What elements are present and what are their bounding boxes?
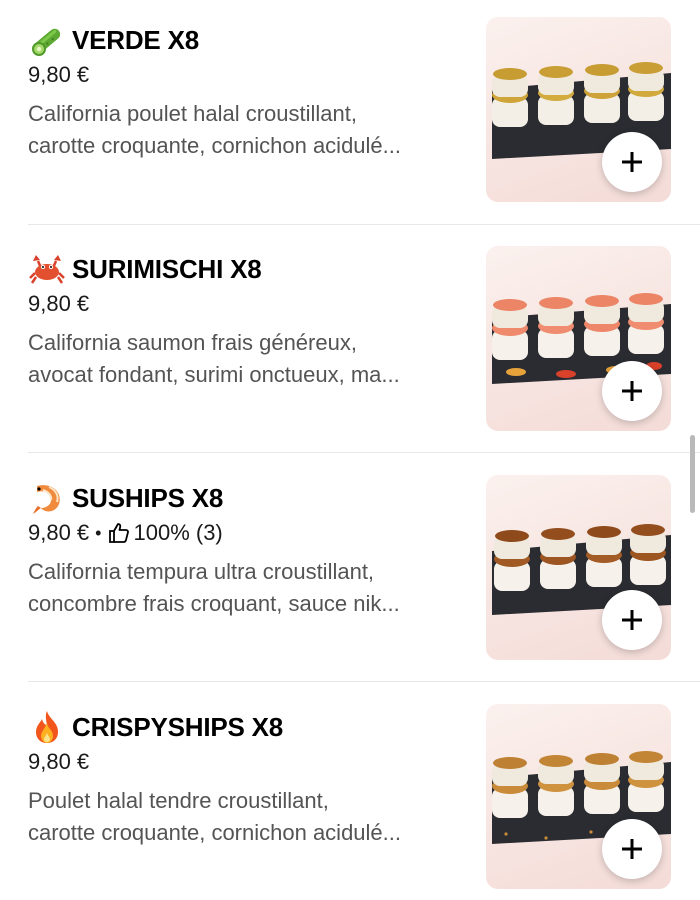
- meta-separator: •: [95, 522, 102, 543]
- item-name: SURIMISCHI X8: [72, 253, 262, 284]
- fire-icon: [28, 708, 66, 746]
- add-to-cart-button[interactable]: [602, 819, 662, 879]
- item-name: SUSHIPS X8: [72, 482, 224, 513]
- item-divider: [28, 681, 700, 682]
- item-rating: 100% (3): [133, 520, 223, 545]
- add-to-cart-button[interactable]: [602, 132, 662, 192]
- item-description-line: carotte croquante, cornichon acidulé...: [28, 133, 402, 158]
- item-meta: 9,80 € • 100% (3): [28, 520, 223, 546]
- item-description-line: California saumon frais généreux,: [28, 330, 357, 355]
- item-meta: 9,80 €: [28, 291, 89, 317]
- cucumber-icon: [28, 21, 66, 59]
- plus-icon: [622, 381, 642, 401]
- menu-item-surimischi[interactable]: SURIMISCHI X8 9,80 € California saumon f…: [0, 229, 700, 457]
- item-price: 9,80 €: [28, 291, 90, 316]
- item-description-line: California tempura ultra croustillant,: [28, 559, 375, 584]
- item-description: California saumon frais généreux, avocat…: [28, 327, 473, 391]
- plus-icon: [622, 839, 642, 859]
- item-price: 9,80 €: [28, 520, 90, 545]
- add-to-cart-button[interactable]: [602, 590, 662, 650]
- item-description: Poulet halal tendre croustillant, carott…: [28, 785, 473, 849]
- scrollbar[interactable]: [690, 435, 695, 513]
- item-description-line: carotte croquante, cornichon acidulé...: [28, 820, 402, 845]
- item-price: 9,80 €: [28, 62, 90, 87]
- item-meta: 9,80 €: [28, 749, 89, 775]
- item-meta: 9,80 €: [28, 62, 89, 88]
- item-title-row: CRISPYSHIPS X8: [28, 707, 283, 747]
- shrimp-icon: [28, 479, 66, 517]
- item-price: 9,80 €: [28, 749, 90, 774]
- item-description: California tempura ultra croustillant, c…: [28, 556, 473, 620]
- item-name: VERDE X8: [72, 24, 200, 55]
- thumbs-up-icon: [107, 521, 131, 545]
- item-description: California poulet halal croustillant, ca…: [28, 98, 473, 162]
- item-description-line: Poulet halal tendre croustillant,: [28, 788, 329, 813]
- item-divider: [28, 224, 700, 225]
- crab-icon: [28, 250, 66, 288]
- item-description-line: avocat fondant, surimi onctueux, ma...: [28, 362, 400, 387]
- plus-icon: [622, 610, 642, 630]
- item-name: CRISPYSHIPS X8: [72, 711, 284, 742]
- item-title-row: SUSHIPS X8: [28, 478, 223, 518]
- menu-item-verde[interactable]: VERDE X8 9,80 € California poulet halal …: [0, 0, 700, 228]
- item-title-row: VERDE X8: [28, 20, 199, 60]
- item-title-row: SURIMISCHI X8: [28, 249, 262, 289]
- menu-item-crispyships[interactable]: CRISPYSHIPS X8 9,80 € Poulet halal tendr…: [0, 687, 700, 900]
- menu-list: VERDE X8 9,80 € California poulet halal …: [0, 0, 700, 900]
- plus-icon: [622, 152, 642, 172]
- add-to-cart-button[interactable]: [602, 361, 662, 421]
- item-description-line: concombre frais croquant, sauce nik...: [28, 591, 400, 616]
- item-divider: [28, 452, 700, 453]
- item-description-line: California poulet halal croustillant,: [28, 101, 357, 126]
- menu-item-suships[interactable]: SUSHIPS X8 9,80 € • 100% (3) California …: [0, 458, 700, 686]
